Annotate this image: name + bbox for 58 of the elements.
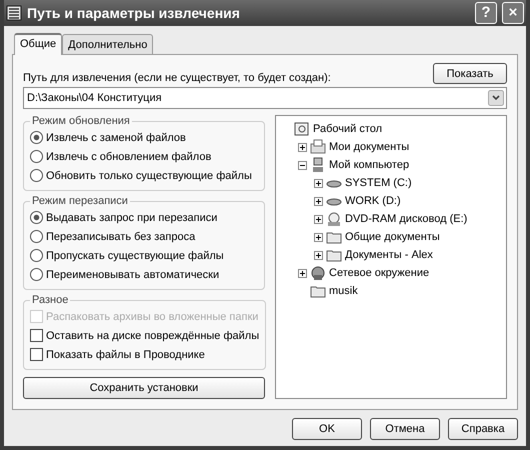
- expand-icon[interactable]: [298, 268, 307, 278]
- radio-button[interactable]: [30, 150, 43, 163]
- tree-item[interactable]: Сетевое окружение: [329, 267, 430, 279]
- network-icon: [310, 265, 326, 281]
- checkbox[interactable]: [30, 329, 43, 342]
- radio-label: Переименовывать автоматически: [46, 268, 220, 280]
- desktop-icon: [294, 121, 310, 137]
- app-icon: [6, 5, 22, 21]
- dialog-button[interactable]: OK: [292, 418, 362, 440]
- expand-icon[interactable]: [314, 214, 323, 224]
- radio-button[interactable]: [30, 230, 43, 243]
- disc-drive-icon: [326, 211, 342, 227]
- tree-item[interactable]: musik: [329, 285, 358, 297]
- expand-icon[interactable]: [298, 142, 307, 152]
- save-settings-button[interactable]: Сохранить установки: [23, 377, 265, 399]
- tree-item[interactable]: Рабочий стол: [313, 123, 382, 135]
- tree-item[interactable]: Мой компьютер: [329, 159, 410, 171]
- expand-icon[interactable]: [314, 178, 323, 188]
- expand-icon[interactable]: [314, 196, 323, 206]
- radio-button[interactable]: [30, 249, 43, 262]
- collapse-icon[interactable]: [298, 160, 307, 170]
- group-title: Разное: [31, 294, 70, 306]
- dialog-button[interactable]: Отмена: [370, 418, 440, 440]
- radio-label: Извлечь с обновлением файлов: [46, 150, 212, 162]
- radio-label: Извлечь с заменой файлов: [46, 132, 186, 144]
- radio-button[interactable]: [30, 169, 43, 182]
- help-button[interactable]: ?: [475, 2, 497, 24]
- group-title: Режим перезаписи: [31, 195, 129, 207]
- tree-item[interactable]: Общие документы: [345, 231, 440, 243]
- window-title: Путь и параметры извлечения: [27, 5, 241, 21]
- close-button[interactable]: ×: [502, 2, 524, 24]
- tree-item[interactable]: DVD-RAM дисковод (E:): [345, 213, 468, 225]
- expand-icon[interactable]: [314, 250, 323, 260]
- radio-button[interactable]: [30, 268, 43, 281]
- tab[interactable]: Общие: [14, 33, 62, 55]
- radio-button[interactable]: [30, 131, 43, 144]
- computer-icon: [310, 157, 326, 173]
- tab[interactable]: Дополнительно: [62, 34, 154, 54]
- checkbox-label: Оставить на диске повреждённые файлы: [46, 330, 260, 342]
- radio-label: Пропускать существующие файлы: [46, 250, 224, 262]
- path-combobox[interactable]: D:\Законы\04 Конституция: [23, 87, 507, 109]
- radio-button[interactable]: [30, 211, 43, 224]
- tree-item[interactable]: Мои документы: [329, 141, 410, 153]
- tree-item[interactable]: SYSTEM (C:): [345, 177, 412, 189]
- show-button[interactable]: Показать: [433, 63, 507, 84]
- tree-item[interactable]: WORK (D:): [345, 195, 401, 207]
- checkbox[interactable]: [30, 348, 43, 361]
- radio-label: Перезаписывать без запроса: [46, 230, 196, 242]
- dialog-button[interactable]: Справка: [448, 418, 518, 440]
- expand-icon[interactable]: [314, 232, 323, 242]
- documents-icon: [310, 139, 326, 155]
- tree-item[interactable]: Документы - Alex: [345, 249, 433, 261]
- radio-label: Выдавать запрос при перезаписи: [46, 212, 218, 224]
- group-title: Режим обновления: [31, 115, 131, 127]
- path-label: Путь для извлечения (если не существует, то будет создан):: [23, 72, 331, 84]
- checkbox-label: Распаковать архивы во вложенные папки: [46, 310, 258, 322]
- checkbox-label: Показать файлы в Проводнике: [46, 348, 205, 360]
- radio-label: Обновить только существующие файлы: [46, 170, 252, 182]
